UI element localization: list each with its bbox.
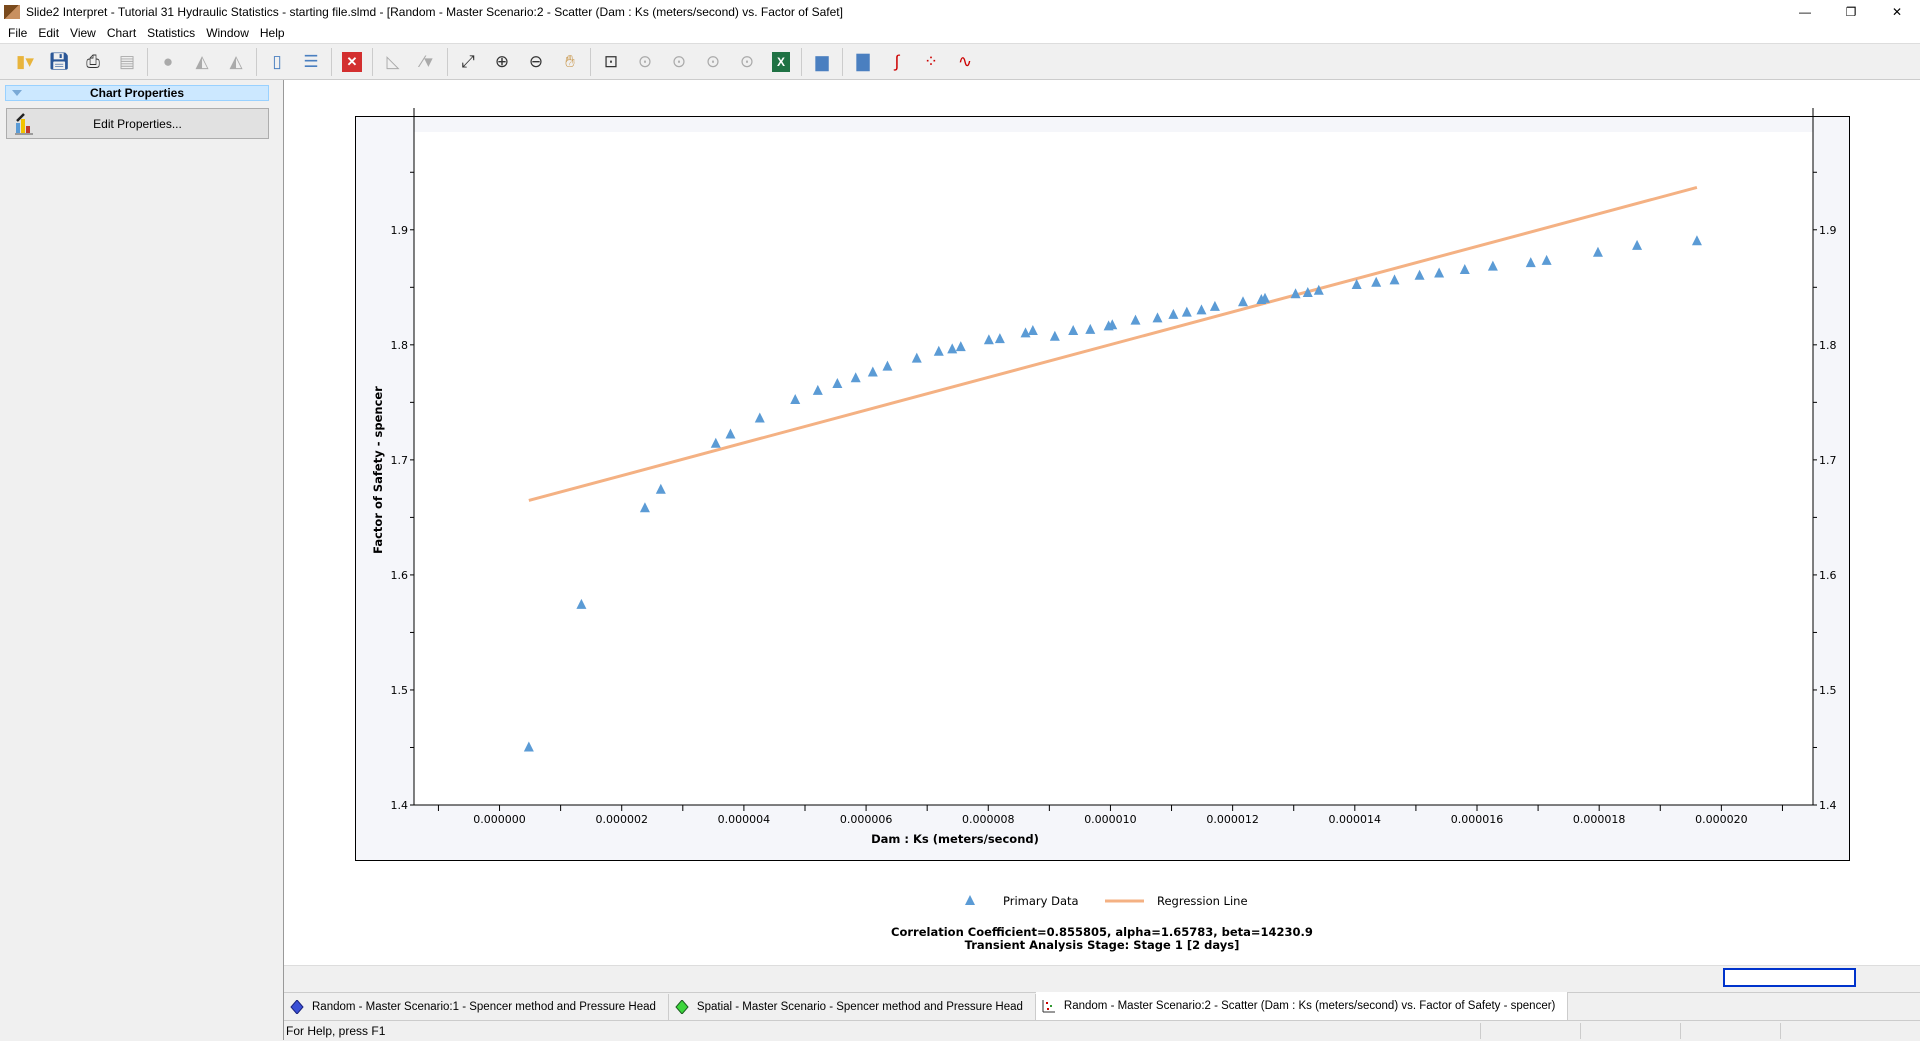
y-tick-label-right: 1.7 — [1819, 454, 1837, 467]
focus-box[interactable] — [1723, 968, 1856, 987]
y-tick-label-left: 1.8 — [391, 339, 409, 352]
x-tick-label: 0.000020 — [1695, 813, 1748, 826]
y-tick-label-left: 1.9 — [391, 224, 409, 237]
x-tick-label: 0.000004 — [718, 813, 771, 826]
y-tick-label-left: 1.5 — [391, 684, 409, 697]
stage-text: Transient Analysis Stage: Stage 1 [2 day… — [964, 938, 1240, 952]
y-tick-label-left: 1.6 — [391, 569, 409, 582]
status-bar: For Help, press F1 — [284, 1020, 1920, 1040]
horizontal-scroll-area — [284, 965, 1920, 989]
legend-label-primary: Primary Data — [1003, 894, 1079, 908]
x-tick-label: 0.000002 — [595, 813, 648, 826]
y-tick-label-left: 1.7 — [391, 454, 409, 467]
legend-label-regression: Regression Line — [1157, 894, 1248, 908]
x-tick-label: 0.000006 — [840, 813, 893, 826]
legend-marker-primary — [965, 895, 975, 905]
y-axis-label: Factor of Safety - spencer — [371, 386, 385, 554]
scatter-icon — [1042, 1000, 1055, 1013]
green-diamond-icon — [675, 1000, 689, 1014]
x-tick-label: 0.000014 — [1329, 813, 1382, 826]
y-tick-label-right: 1.9 — [1819, 224, 1837, 237]
x-tick-label: 0.000008 — [962, 813, 1015, 826]
x-tick-label: 0.000010 — [1084, 813, 1137, 826]
chart-caption: Correlation Coefficient=0.855805, alpha=… — [284, 926, 1920, 952]
status-text: For Help, press F1 — [286, 1024, 386, 1038]
x-tick-label: 0.000012 — [1206, 813, 1259, 826]
tab-random-scenario-2-scatter[interactable]: Random - Master Scenario:2 - Scatter (Da… — [1035, 992, 1569, 1020]
y-tick-label-left: 1.4 — [391, 799, 409, 812]
y-tick-label-right: 1.6 — [1819, 569, 1837, 582]
y-tick-label-right: 1.8 — [1819, 339, 1837, 352]
x-tick-label: 0.000016 — [1451, 813, 1504, 826]
document-tabs: Random - Master Scenario:1 - Spencer met… — [284, 992, 1920, 1020]
plot-area — [414, 132, 1813, 805]
y-tick-label-right: 1.5 — [1819, 684, 1837, 697]
blue-diamond-icon — [290, 1000, 304, 1014]
scatter-chart: 0.000000 0.000002 0.000004 0.000006 0.000008… — [371, 108, 1837, 908]
x-tick-label: 0.000000 — [473, 813, 526, 826]
y-tick-label-right: 1.4 — [1819, 799, 1837, 812]
tab-random-scenario-1[interactable]: Random - Master Scenario:1 - Spencer met… — [284, 994, 669, 1020]
x-tick-label: 0.000018 — [1573, 813, 1626, 826]
tab-spatial-scenario[interactable]: Spatial - Master Scenario - Spencer meth… — [668, 994, 1036, 1020]
x-axis-label: Dam : Ks (meters/second) — [871, 832, 1039, 846]
